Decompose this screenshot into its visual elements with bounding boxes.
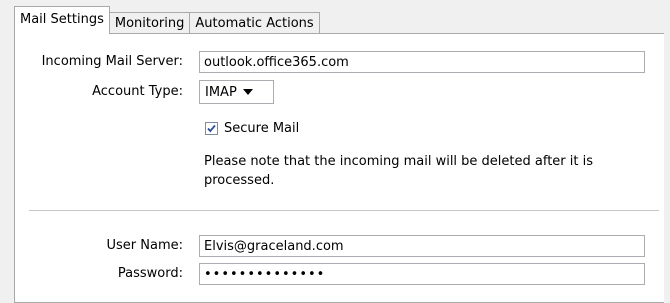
section-divider [29,210,659,211]
user-name-label: User Name: [106,238,184,253]
deletion-note: Please note that the incoming mail will … [204,154,594,188]
account-type-value: IMAP [205,84,237,100]
tab-strip: Mail Settings Monitoring Automatic Actio… [14,6,320,34]
tab-automatic-actions[interactable]: Automatic Actions [189,12,320,34]
tab-monitoring[interactable]: Monitoring [108,12,191,34]
chevron-down-icon [242,89,253,95]
secure-mail-label: Secure Mail [224,121,300,136]
checkmark-icon [207,124,216,133]
secure-mail-row: Secure Mail [205,121,299,136]
account-type-label: Account Type: [92,84,183,99]
password-input[interactable] [199,263,645,285]
incoming-server-input[interactable] [199,51,645,73]
secure-mail-checkbox[interactable] [205,122,218,135]
mail-settings-panel: Incoming Mail Server: Account Type: IMAP… [14,33,664,303]
account-type-select[interactable]: IMAP [199,80,274,104]
password-label: Password: [117,266,183,281]
incoming-server-label: Incoming Mail Server: [41,54,183,69]
tab-mail-settings[interactable]: Mail Settings [14,6,110,34]
user-name-input[interactable] [199,235,645,257]
